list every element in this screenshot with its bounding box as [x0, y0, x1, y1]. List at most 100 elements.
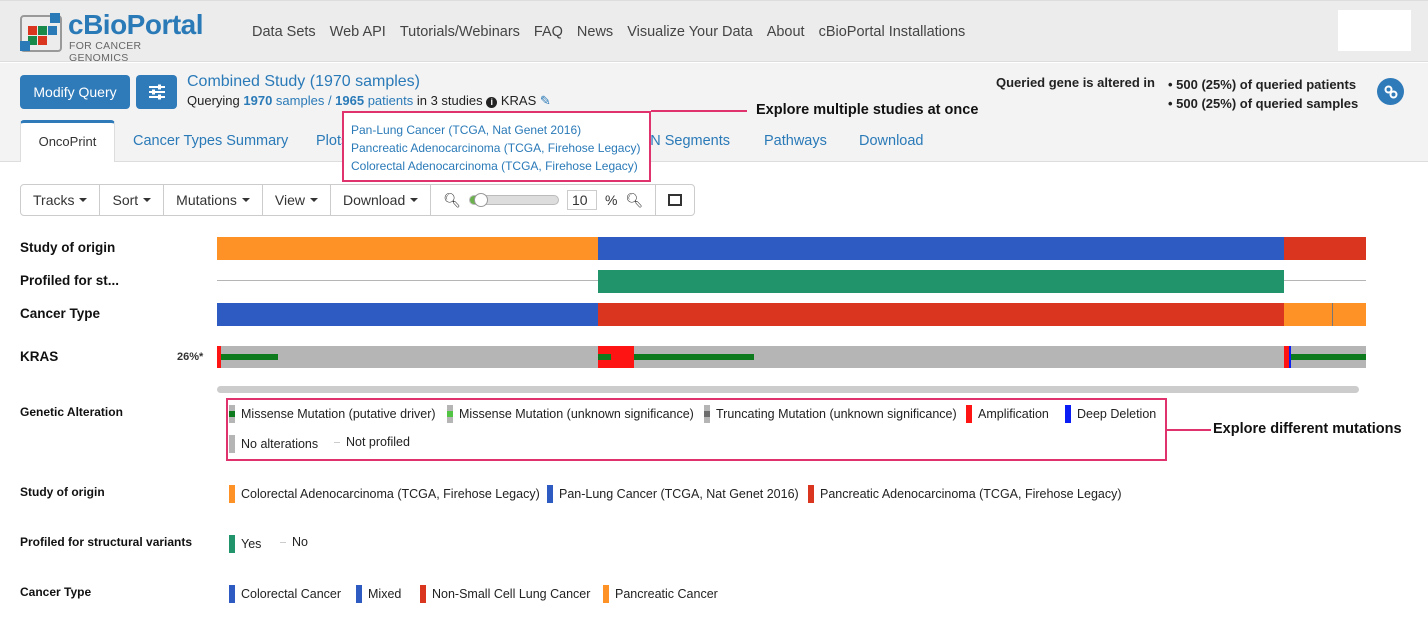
zoom-unit: %: [605, 192, 618, 208]
legend-label: Truncating Mutation (unknown significanc…: [716, 407, 957, 421]
legend-title-study: Study of origin: [20, 485, 105, 499]
patients-link[interactable]: patients: [364, 93, 414, 108]
legend-profiled-no: No: [280, 535, 308, 549]
legend-swatch: [547, 485, 553, 503]
profiled-segment[interactable]: [598, 270, 1285, 293]
caret-down-icon: [143, 198, 152, 202]
legend-swatch: [356, 585, 362, 603]
nav-link[interactable]: Web API: [330, 24, 386, 40]
study-segment[interactable]: [598, 237, 1285, 260]
altered-samples: • 500 (25%) of queried samples: [1168, 96, 1359, 111]
tab-download[interactable]: Download: [859, 133, 924, 149]
logo-title: cBioPortal: [68, 9, 204, 40]
legend-label: Yes: [241, 537, 262, 551]
copy-link-button[interactable]: [1377, 78, 1404, 105]
track-label-study[interactable]: Study of origin: [20, 240, 115, 255]
samples-link[interactable]: samples: [272, 93, 324, 108]
zoom-out-icon[interactable]: 🔍︎: [443, 192, 461, 209]
legend-title-profiled: Profiled for structural variants: [20, 535, 193, 549]
kras-alteration[interactable]: [221, 354, 278, 360]
callout-studies: Explore multiple studies at once: [756, 102, 979, 118]
legend-label: Not profiled: [346, 435, 410, 449]
legend-label: Pancreatic Adenocarcinoma (TCGA, Firehos…: [820, 487, 1122, 501]
legend-label: Missense Mutation (putative driver): [241, 407, 436, 421]
zoom-in-icon[interactable]: 🔍︎: [625, 192, 643, 209]
mutations-dropdown[interactable]: Mutations: [164, 185, 263, 215]
nav-link[interactable]: Visualize Your Data: [627, 24, 753, 40]
callout-mutations: Explore different mutations: [1213, 421, 1402, 437]
legend-swatch: [280, 541, 286, 543]
nav-link[interactable]: Tutorials/Webinars: [400, 24, 520, 40]
kras-alteration[interactable]: [634, 354, 754, 360]
tracks-label: Tracks: [33, 192, 75, 208]
fit-to-screen-button[interactable]: [656, 185, 694, 215]
study-segment[interactable]: [217, 237, 599, 260]
info-icon[interactable]: i: [486, 97, 498, 108]
altered-stats: • 500 (25%) of queried patients • 500 (2…: [1168, 75, 1358, 113]
study-title[interactable]: Combined Study (1970 samples): [187, 73, 420, 91]
legend-missense-vus: Missense Mutation (unknown significance): [447, 405, 694, 423]
view-label: View: [274, 192, 305, 208]
settings-button[interactable]: [136, 75, 177, 109]
legend-title-cancer: Cancer Type: [20, 585, 92, 599]
zoom-controls: 🔍︎ 10 % 🔍︎: [431, 185, 657, 215]
caret-down-icon: [241, 198, 250, 202]
download-dropdown[interactable]: Download: [331, 185, 432, 215]
legend-label: Colorectal Adenocarcinoma (TCGA, Firehos…: [241, 487, 540, 501]
login-area[interactable]: [1338, 10, 1411, 51]
nav-link[interactable]: cBioPortal Installations: [819, 24, 966, 40]
nav-link[interactable]: FAQ: [534, 24, 563, 40]
track-label-cancer[interactable]: Cancer Type: [20, 306, 100, 321]
cancer-type-segment[interactable]: [1284, 303, 1366, 326]
query-summary: Querying 1970 samples / 1965 patients in…: [187, 93, 551, 109]
logo-subtitle: FOR CANCER GENOMICS: [69, 40, 142, 64]
caret-down-icon: [79, 198, 88, 202]
oncoprint-tracks[interactable]: [217, 237, 1366, 372]
legend-swatch: [229, 535, 235, 553]
study-link[interactable]: Pancreatic Adenocarcinoma (TCGA, Firehos…: [351, 139, 649, 157]
tab-cancer-types-summary[interactable]: Cancer Types Summary: [133, 133, 288, 149]
edit-pencil-icon[interactable]: ✎: [540, 93, 551, 108]
legend-label: Non-Small Cell Lung Cancer: [432, 587, 591, 601]
study-link[interactable]: Colorectal Adenocarcinoma (TCGA, Firehos…: [351, 157, 649, 175]
nav-link[interactable]: Data Sets: [252, 24, 316, 40]
zoom-slider-handle[interactable]: [473, 193, 488, 207]
track-label-profiled[interactable]: Profiled for st...: [20, 273, 119, 288]
kras-alteration[interactable]: [1291, 354, 1366, 360]
legend-cancer-colorectal: Colorectal Cancer: [229, 585, 341, 603]
gene-list: KRAS: [500, 93, 537, 108]
patients-count[interactable]: 1965: [335, 93, 364, 108]
main-nav: Data Sets Web API Tutorials/Webinars FAQ New…: [252, 24, 965, 40]
cbioportal-logo[interactable]: cBioPortal FOR CANCER GENOMICS: [20, 9, 204, 64]
legend-swatch: [229, 435, 235, 453]
altered-label: Queried gene is altered in: [996, 75, 1155, 90]
samples-count[interactable]: 1970: [243, 93, 272, 108]
kras-alteration[interactable]: [598, 354, 612, 360]
studies-count: in 3 studies: [413, 93, 483, 108]
zoom-slider[interactable]: [469, 193, 560, 207]
view-dropdown[interactable]: View: [263, 185, 331, 215]
cancer-type-segment[interactable]: [1331, 303, 1334, 326]
legend-swatch: [966, 405, 972, 423]
study-link[interactable]: Pan-Lung Cancer (TCGA, Nat Genet 2016): [351, 121, 649, 139]
legend-swatch: [229, 585, 235, 603]
caret-down-icon: [309, 198, 318, 202]
legend-amplification: Amplification: [966, 405, 1049, 423]
kras-no-alteration[interactable]: [217, 346, 1366, 368]
zoom-input[interactable]: 10: [567, 190, 598, 210]
track-label-kras[interactable]: KRAS: [20, 349, 58, 364]
tab-pathways[interactable]: Pathways: [764, 133, 827, 149]
legend-swatch: [808, 485, 814, 503]
modify-query-button[interactable]: Modify Query: [20, 75, 130, 109]
separator: /: [324, 93, 336, 108]
horizontal-scrollbar[interactable]: [217, 386, 1359, 393]
tracks-dropdown[interactable]: Tracks: [21, 185, 101, 215]
cancer-type-segment[interactable]: [598, 303, 1285, 326]
nav-link[interactable]: News: [577, 24, 613, 40]
sort-dropdown[interactable]: Sort: [100, 185, 165, 215]
nav-link[interactable]: About: [767, 24, 805, 40]
cancer-type-segment[interactable]: [217, 303, 599, 326]
tab-oncoprint[interactable]: OncoPrint: [20, 120, 115, 162]
legend-swatch: [229, 405, 235, 423]
study-segment[interactable]: [1284, 237, 1366, 260]
